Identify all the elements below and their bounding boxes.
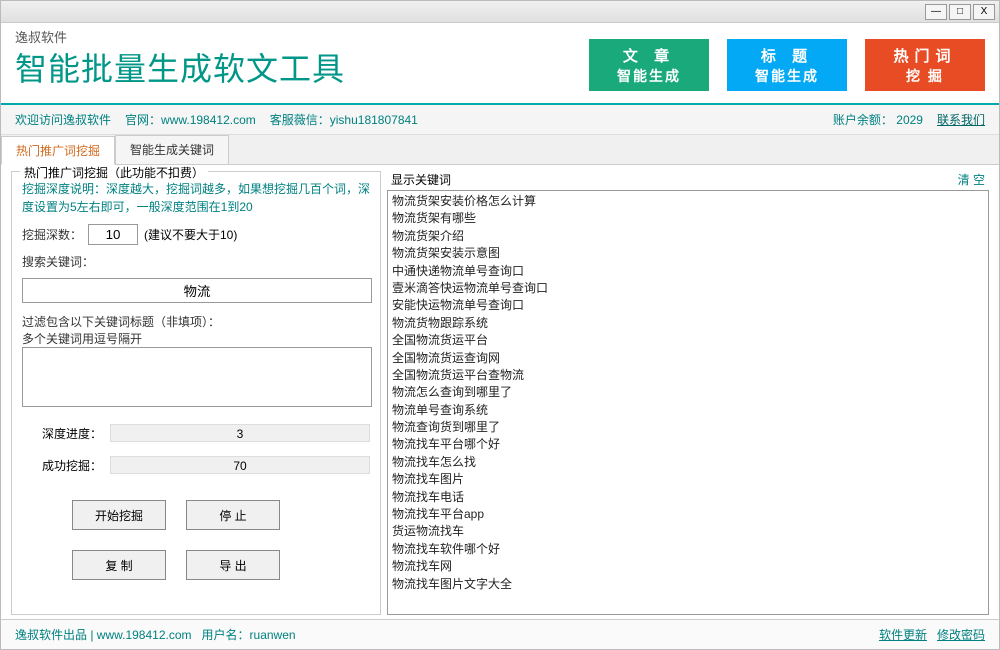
depth-hint: 挖掘深度说明：深度越大，挖掘词越多，如果想挖掘几百个词，深度设置为5左右即可，一… [22,180,370,216]
infobar: 欢迎访问逸叔软件 官网：www.198412.com 客服薇信：yishu181… [1,105,999,135]
brand-small: 逸叔软件 [15,27,67,46]
keyword-item[interactable]: 壹米滴答快运物流单号查询口 [392,280,984,297]
hotword-button[interactable]: 热门词 挖 掘 [865,39,985,91]
right-panel: 显示关键词 清 空 物流货架安装价格怎么计算物流货架有哪些物流货架介绍物流货架安… [387,171,989,615]
left-panel: 热门推广词挖掘（此功能不扣费） 挖掘深度说明：深度越大，挖掘词越多，如果想挖掘几… [11,171,381,615]
keyword-item[interactable]: 物流找车怎么找 [392,454,984,471]
keyword-item[interactable]: 中通快递物流单号查询口 [392,263,984,280]
maximize-button[interactable]: □ [949,4,971,20]
minimize-button[interactable]: — [925,4,947,20]
keyword-item[interactable]: 物流货架有哪些 [392,210,984,227]
footer-username: ruanwen [250,628,296,642]
export-button[interactable]: 导 出 [186,550,280,580]
keyword-item[interactable]: 物流找车电话 [392,489,984,506]
stop-button[interactable]: 停 止 [186,500,280,530]
change-password-link[interactable]: 修改密码 [937,626,985,643]
titlebar: — □ X [1,1,999,23]
copy-button[interactable]: 复 制 [72,550,166,580]
keyword-item[interactable]: 全国物流货运平台 [392,332,984,349]
depth-label: 挖掘深数： [22,226,82,243]
tabs: 热门推广词挖掘 智能生成关键词 [1,135,999,165]
keyword-item[interactable]: 物流找车图片文字大全 [392,576,984,593]
panel-title: 热门推广词挖掘（此功能不扣费） [20,165,208,181]
keyword-item[interactable]: 物流找车网 [392,558,984,575]
filter-label: 过滤包含以下关键词标题（非填项）： [22,313,370,330]
keyword-item[interactable]: 全国物流货运查询网 [392,350,984,367]
start-button[interactable]: 开始挖掘 [72,500,166,530]
tab-smart-keyword[interactable]: 智能生成关键词 [115,135,229,164]
filter-hint: 多个关键词用逗号隔开 [22,330,370,347]
keyword-item[interactable]: 货运物流找车 [392,523,984,540]
keyword-item[interactable]: 物流货架安装价格怎么计算 [392,193,984,210]
search-label: 搜索关键词： [22,253,94,270]
keyword-item[interactable]: 物流货架安装示意图 [392,245,984,262]
keyword-item[interactable]: 全国物流货运平台查物流 [392,367,984,384]
keyword-item[interactable]: 物流货架介绍 [392,228,984,245]
brand-title: 智能批量生成软文工具 [15,44,345,90]
header: 逸叔软件 智能批量生成软文工具 文 章 智能生成 标 题 智能生成 热门词 挖 … [1,23,999,105]
close-button[interactable]: X [973,4,995,20]
keyword-listbox[interactable]: 物流货架安装价格怎么计算物流货架有哪些物流货架介绍物流货架安装示意图中通快递物流… [387,190,989,615]
keyword-item[interactable]: 物流货物跟踪系统 [392,315,984,332]
keyword-item[interactable]: 物流找车图片 [392,471,984,488]
cs-value: yishu181807841 [330,113,418,127]
footer-credit: 逸叔软件出品 | www.198412.com [15,626,192,643]
keyword-item[interactable]: 物流找车软件哪个好 [392,541,984,558]
title-gen-button[interactable]: 标 题 智能生成 [727,39,847,91]
keyword-list-title: 显示关键词 [391,171,451,188]
keyword-item[interactable]: 物流单号查询系统 [392,402,984,419]
filter-textarea[interactable] [22,347,372,407]
depth-suggest: (建议不要大于10) [144,226,237,243]
clear-button[interactable]: 清 空 [958,171,985,188]
site-link[interactable]: www.198412.com [161,113,256,127]
footer: 逸叔软件出品 | www.198412.com 用户名：ruanwen 软件更新… [1,619,999,649]
contact-link[interactable]: 联系我们 [937,111,985,128]
keyword-item[interactable]: 物流怎么查询到哪里了 [392,384,984,401]
prog-success-bar: 70 [110,456,370,474]
keyword-item[interactable]: 物流查询货到哪里了 [392,419,984,436]
tab-hotword[interactable]: 热门推广词挖掘 [1,136,115,165]
welcome-text: 欢迎访问逸叔软件 [15,111,111,128]
depth-input[interactable] [88,224,138,245]
keyword-item[interactable]: 安能快运物流单号查询口 [392,297,984,314]
prog-depth-label: 深度进度： [22,425,102,442]
prog-depth-bar: 3 [110,424,370,442]
balance-value: 2029 [896,113,923,127]
keyword-item[interactable]: 物流找车平台app [392,506,984,523]
search-input[interactable] [22,278,372,303]
software-update-link[interactable]: 软件更新 [879,626,927,643]
prog-success-label: 成功挖掘： [22,457,102,474]
article-gen-button[interactable]: 文 章 智能生成 [589,39,709,91]
keyword-item[interactable]: 物流找车平台哪个好 [392,436,984,453]
